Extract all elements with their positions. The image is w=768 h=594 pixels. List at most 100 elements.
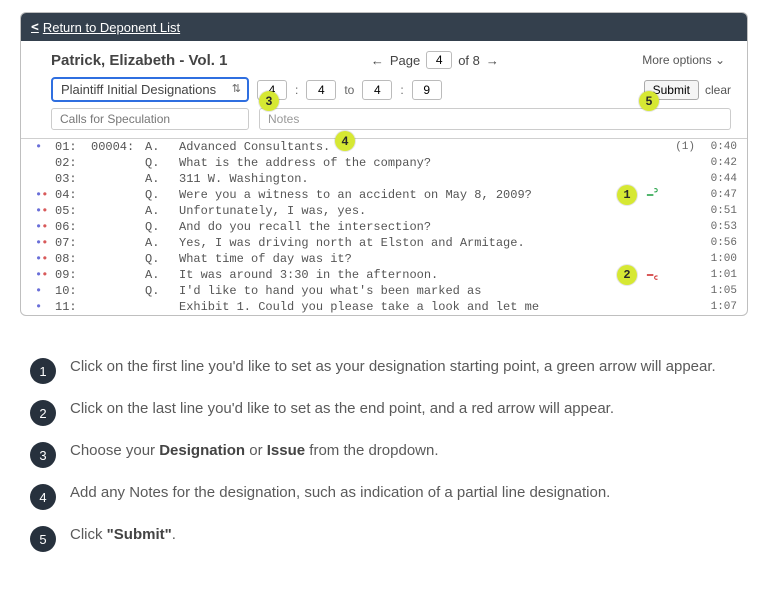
page-number: 00004:: [91, 140, 145, 154]
designation-dots: •: [35, 284, 55, 298]
timestamp: 0:56: [695, 237, 737, 249]
more-options[interactable]: More options ⌄: [642, 53, 725, 67]
speaker: Q.: [145, 188, 179, 202]
clear-button[interactable]: clear: [705, 83, 731, 97]
callout-4: 4: [335, 131, 355, 151]
designation-dropdown[interactable]: Plaintiff Initial Designations: [51, 77, 249, 102]
line-number: 07:: [55, 236, 91, 250]
chevron-down-icon: ⌄: [715, 53, 725, 67]
speaker: Q.: [145, 156, 179, 170]
page-total-label: of 8: [458, 53, 480, 68]
transcript-row[interactable]: •11: Exhibit 1. Could you please take a l…: [21, 299, 747, 315]
transcript-row[interactable]: •10: Q.I'd like to hand you what's been m…: [21, 283, 747, 299]
callout-5: 5: [639, 91, 659, 111]
timestamp: 1:07: [695, 301, 737, 313]
line-text: 311 W. Washington.: [179, 172, 625, 186]
speaker: A.: [145, 268, 179, 282]
line-text: And do you recall the intersection?: [179, 220, 625, 234]
line-number: 06:: [55, 220, 91, 234]
line-number: 10:: [55, 284, 91, 298]
line-number: 03:: [55, 172, 91, 186]
step-number: 2: [30, 400, 56, 426]
step: 5 Click "Submit".: [30, 524, 738, 552]
transcript-row[interactable]: ••08:Q.What time of day was it?1:00: [21, 251, 747, 267]
speaker: A.: [145, 236, 179, 250]
step-number: 4: [30, 484, 56, 510]
step-number: 1: [30, 358, 56, 384]
deposition-panel: < Return to Deponent List Patrick, Eliza…: [20, 12, 748, 316]
line-number: 09:: [55, 268, 91, 282]
step: 1 Click on the first line you'd like to s…: [30, 356, 738, 384]
secondary-controls: Calls for Speculation Notes: [21, 108, 747, 138]
designation-dots: ••: [35, 268, 55, 282]
step-text: Add any Notes for the designation, such …: [70, 482, 610, 505]
timestamp: 0:53: [695, 221, 737, 233]
designation-dots: •: [35, 300, 55, 314]
designation-dots: ••: [35, 204, 55, 218]
to-page-input[interactable]: [362, 80, 392, 100]
line-text: I'd like to hand you what's been marked …: [179, 284, 625, 298]
line-number: 08:: [55, 252, 91, 266]
line-text: Exhibit 1. Could you please take a look …: [179, 300, 625, 314]
line-text: What is the address of the company?: [179, 156, 625, 170]
callout-3: 3: [259, 91, 279, 111]
speaker: A.: [145, 140, 179, 154]
designation-dots: •: [35, 140, 55, 154]
speaker: A.: [145, 172, 179, 186]
line-number: 01:: [55, 140, 91, 154]
step-text: Choose your Designation or Issue from th…: [70, 440, 439, 463]
line-text: Advanced Consultants.: [179, 140, 625, 154]
pager: ← Page of 8 →: [371, 51, 499, 69]
page-prev-icon[interactable]: ←: [371, 53, 384, 68]
speaker: Q.: [145, 252, 179, 266]
designation-dots: ••: [35, 236, 55, 250]
back-link[interactable]: < Return to Deponent List: [31, 20, 180, 35]
transcript-row[interactable]: •01:00004:A.Advanced Consultants. (1)0:40: [21, 139, 747, 155]
dropdown-value: Plaintiff Initial Designations: [61, 82, 216, 97]
notes-field[interactable]: Notes: [259, 108, 731, 130]
transcript-row[interactable]: ••07: A.Yes, I was driving north at Elsto…: [21, 235, 747, 251]
step-number: 3: [30, 442, 56, 468]
transcript: •01:00004:A.Advanced Consultants.(1)0:40…: [21, 138, 747, 315]
step-text: Click "Submit".: [70, 524, 176, 547]
timestamp: 0:40: [695, 141, 737, 153]
line-number: 11:: [55, 300, 91, 314]
line-text: Yes, I was driving north at Elston and A…: [179, 236, 625, 250]
line-number: 04:: [55, 188, 91, 202]
page-next-icon[interactable]: →: [486, 53, 499, 68]
step: 3 Choose your Designation or Issue from t…: [30, 440, 738, 468]
page-label: Page: [390, 53, 420, 68]
callout-1: 1: [617, 185, 637, 205]
page-current-input[interactable]: [426, 51, 452, 69]
designation-dots: ••: [35, 220, 55, 234]
step-number: 5: [30, 526, 56, 552]
transcript-row[interactable]: ••04:Q.Were you a witness to an accident…: [21, 187, 747, 203]
header-controls-wrap: Patrick, Elizabeth - Vol. 1 ← Page of 8 …: [21, 41, 747, 138]
transcript-row[interactable]: 02:Q.What is the address of the company?…: [21, 155, 747, 171]
deponent-title: Patrick, Elizabeth - Vol. 1: [51, 52, 227, 69]
step-text: Click on the last line you'd like to set…: [70, 398, 614, 421]
transcript-row[interactable]: ••06:Q.And do you recall the intersectio…: [21, 219, 747, 235]
line-text: It was around 3:30 in the afternoon.: [179, 268, 625, 282]
line-text: Were you a witness to an accident on May…: [179, 188, 625, 202]
transcript-row[interactable]: ••05:A.Unfortunately, I was, yes.0:51: [21, 203, 747, 219]
designation-dots: ••: [35, 252, 55, 266]
to-line-input[interactable]: [412, 80, 442, 100]
issue-field[interactable]: Calls for Speculation: [51, 108, 249, 130]
instruction-steps: 1 Click on the first line you'd like to s…: [0, 334, 768, 586]
from-line-input[interactable]: [306, 80, 336, 100]
speaker: A.: [145, 204, 179, 218]
timestamp: 0:44: [695, 173, 737, 185]
callout-2: 2: [617, 265, 637, 285]
step-text: Click on the first line you'd like to se…: [70, 356, 716, 379]
timestamp: 0:42: [695, 157, 737, 169]
hit-count: (1): [659, 141, 695, 153]
transcript-row[interactable]: ••09: A.It was around 3:30 in the afterno…: [21, 267, 747, 283]
timestamp: 0:47: [695, 189, 737, 201]
transcript-row[interactable]: 03: A.311 W. Washington. 0:44: [21, 171, 747, 187]
chevron-left-icon: <: [31, 20, 39, 35]
header-row: Patrick, Elizabeth - Vol. 1 ← Page of 8 …: [21, 41, 747, 75]
back-link-label: Return to Deponent List: [43, 20, 180, 35]
line-text: Unfortunately, I was, yes.: [179, 204, 625, 218]
speaker: Q.: [145, 284, 179, 298]
